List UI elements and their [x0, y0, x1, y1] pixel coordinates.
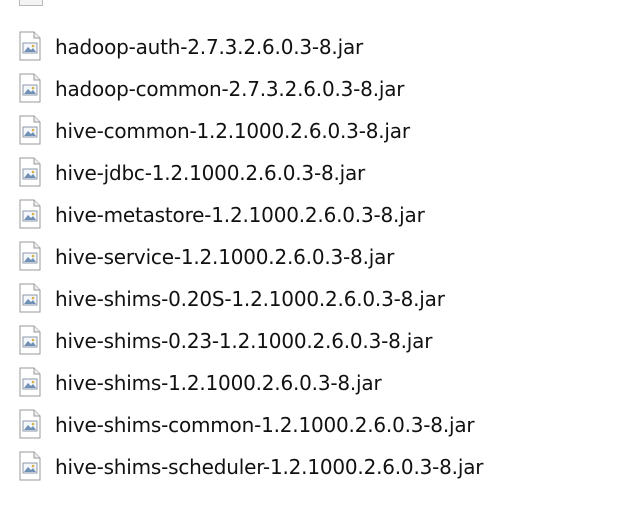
file-name: hadoop-auth-2.7.3.2.6.0.3-8.jar: [55, 35, 364, 59]
jar-file-icon: [19, 199, 41, 229]
file-item[interactable]: hadoop-auth-2.7.3.2.6.0.3-8.jar: [19, 25, 619, 67]
jar-file-icon: [19, 73, 41, 103]
file-item[interactable]: hive-common-1.2.1000.2.6.0.3-8.jar: [19, 109, 619, 151]
file-item[interactable]: hive-shims-common-1.2.1000.2.6.0.3-8.jar: [19, 403, 619, 445]
file-name: hive-shims-0.20S-1.2.1000.2.6.0.3-8.jar: [55, 287, 445, 311]
file-name: hive-jdbc-1.2.1000.2.6.0.3-8.jar: [55, 161, 366, 185]
file-item[interactable]: hadoop-common-2.7.3.2.6.0.3-8.jar: [19, 67, 619, 109]
file-name: hadoop-common-2.7.3.2.6.0.3-8.jar: [55, 77, 405, 101]
file-item[interactable]: hive-shims-1.2.1000.2.6.0.3-8.jar: [19, 361, 619, 403]
file-item[interactable]: hive-jdbc-1.2.1000.2.6.0.3-8.jar: [19, 151, 619, 193]
jar-file-icon: [19, 115, 41, 145]
file-item[interactable]: hive-shims-scheduler-1.2.1000.2.6.0.3-8.…: [19, 445, 619, 487]
file-item[interactable]: hive-shims-0.20S-1.2.1000.2.6.0.3-8.jar: [19, 277, 619, 319]
file-name: hive-shims-1.2.1000.2.6.0.3-8.jar: [55, 371, 382, 395]
file-item[interactable]: hive-metastore-1.2.1000.2.6.0.3-8.jar: [19, 193, 619, 235]
jar-file-icon: [19, 325, 41, 355]
file-name: hive-shims-0.23-1.2.1000.2.6.0.3-8.jar: [55, 329, 433, 353]
file-item[interactable]: hive-service-1.2.1000.2.6.0.3-8.jar: [19, 235, 619, 277]
jar-file-icon: [19, 451, 41, 481]
file-name: hive-shims-common-1.2.1000.2.6.0.3-8.jar: [55, 413, 475, 437]
jar-file-icon: [19, 31, 41, 61]
jar-file-icon: [19, 367, 41, 397]
file-name: hive-service-1.2.1000.2.6.0.3-8.jar: [55, 245, 395, 269]
jar-file-icon: [19, 283, 41, 313]
file-list: hadoop-auth-2.7.3.2.6.0.3-8.jar hadoop-c…: [19, 25, 619, 487]
file-item[interactable]: hive-shims-0.23-1.2.1000.2.6.0.3-8.jar: [19, 319, 619, 361]
jar-file-icon: [19, 409, 41, 439]
jar-file-icon: [19, 241, 41, 271]
file-name: hive-common-1.2.1000.2.6.0.3-8.jar: [55, 119, 410, 143]
file-name: hive-metastore-1.2.1000.2.6.0.3-8.jar: [55, 203, 425, 227]
file-name: hive-shims-scheduler-1.2.1000.2.6.0.3-8.…: [55, 455, 484, 479]
jar-file-icon: [19, 157, 41, 187]
partially-visible-file-icon: [19, 0, 43, 6]
